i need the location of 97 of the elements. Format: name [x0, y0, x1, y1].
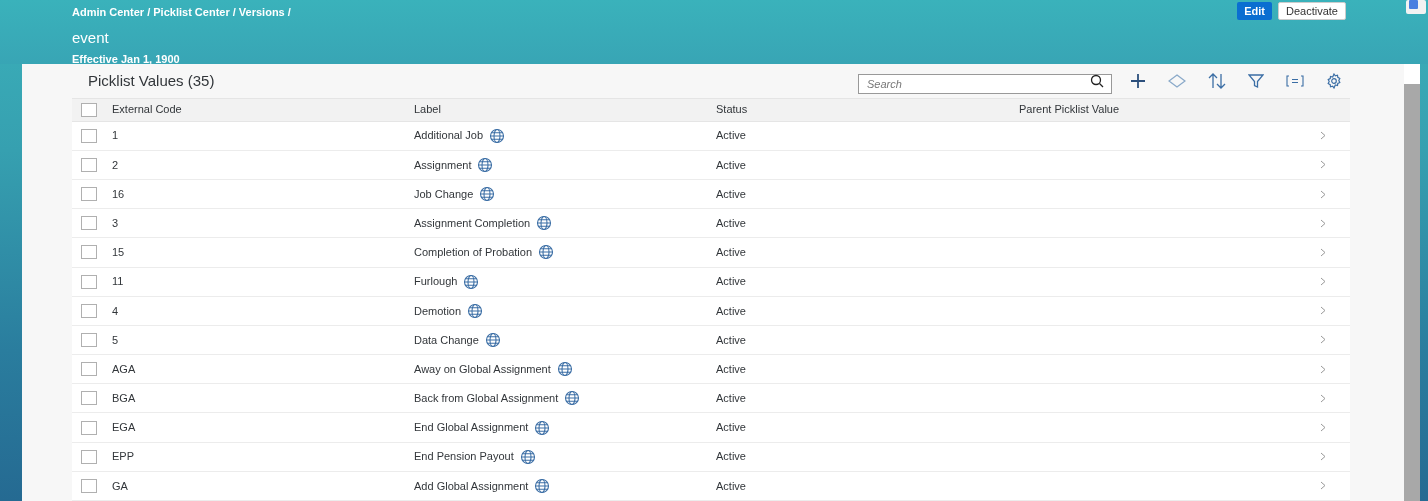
edit-button[interactable]: Edit: [1237, 2, 1272, 20]
checkbox[interactable]: [81, 391, 97, 406]
chevron-icon[interactable]: [1320, 160, 1326, 170]
checkbox[interactable]: [81, 245, 97, 260]
table-cell-text: 3: [112, 215, 120, 231]
chevron-icon[interactable]: [1320, 423, 1326, 433]
table-cell-text: Active: [716, 478, 747, 494]
checkbox[interactable]: [81, 449, 97, 464]
table-cell-text: Active: [716, 274, 747, 290]
table-cell-text: Assignment: [414, 157, 472, 173]
globe-icon: [467, 302, 484, 319]
table-cell-text: Active: [716, 128, 747, 144]
table-cell-text: AGA: [112, 361, 137, 377]
globe-icon: [479, 186, 496, 203]
diamond-icon[interactable]: [1168, 73, 1186, 88]
table-cell-text: 15: [112, 245, 126, 261]
table-cell-text: Assignment Completion: [414, 215, 531, 231]
checkbox[interactable]: [81, 332, 97, 347]
table-cell-text: EPP: [112, 449, 135, 465]
table-cell-text: Demotion: [414, 303, 462, 319]
table-title: Picklist Values (35): [88, 70, 216, 91]
table-cell-text: Active: [716, 157, 747, 173]
deactivate-button[interactable]: Deactivate: [1278, 2, 1346, 20]
table-cell-text: Active: [716, 391, 747, 407]
globe-icon: [463, 273, 480, 290]
breadcrumb: Admin Center / Picklist Center / Versions /: [72, 5, 292, 20]
globe-icon: [538, 244, 554, 261]
table-cell-text: Active: [716, 420, 747, 436]
column-header: Status: [716, 102, 749, 118]
table-cell-text: Add Global Assignment: [414, 478, 529, 494]
search-field[interactable]: Search: [858, 73, 1112, 94]
globe-icon: [534, 477, 551, 494]
table-cell-text: End Global Assignment: [414, 420, 529, 436]
table-cell-text: End Pension Payout: [414, 449, 514, 465]
checkbox[interactable]: [81, 157, 97, 172]
table-cell-text: Active: [716, 186, 747, 202]
group-icon[interactable]: [1286, 74, 1304, 87]
globe-icon: [477, 156, 494, 173]
table-cell-text: Active: [716, 361, 747, 377]
globe-icon: [536, 215, 553, 232]
filter-icon[interactable]: [1248, 72, 1264, 89]
checkbox[interactable]: [81, 420, 97, 435]
chevron-icon[interactable]: [1320, 481, 1326, 491]
table-cell-text: 2: [112, 157, 120, 173]
globe-icon: [489, 127, 506, 144]
checkbox[interactable]: [81, 128, 97, 143]
table-cell-text: 11: [112, 274, 125, 290]
sort-icon[interactable]: [1208, 72, 1226, 89]
table-cell-text: Completion of Probation: [414, 245, 532, 261]
effective-date: Effective Jan 1, 1900: [72, 52, 181, 67]
column-header: Parent Picklist Value: [1019, 102, 1120, 118]
add-icon[interactable]: [1130, 72, 1146, 89]
table-cell-text: Active: [716, 332, 747, 348]
checkbox[interactable]: [81, 303, 97, 318]
table-cell-text: EGA: [112, 420, 137, 436]
globe-icon: [534, 419, 551, 436]
chevron-icon[interactable]: [1320, 247, 1326, 257]
chevron-icon[interactable]: [1320, 452, 1326, 462]
chevron-icon[interactable]: [1320, 277, 1326, 287]
table-cell-text: 16: [112, 186, 126, 202]
chevron-icon[interactable]: [1320, 306, 1326, 316]
table-cell-text: GA: [112, 478, 129, 494]
globe-icon: [556, 361, 573, 378]
chevron-icon[interactable]: [1320, 131, 1326, 141]
table-cell-text: BGA: [112, 391, 137, 407]
search-icon[interactable]: [1090, 73, 1104, 88]
table-cell-text: Active: [716, 449, 747, 465]
table-cell-text: 1: [112, 128, 120, 144]
column-header: External Code: [112, 102, 183, 118]
table-cell-text: Away on Global Assignment: [414, 361, 551, 377]
globe-icon: [564, 390, 581, 407]
chevron-icon[interactable]: [1320, 393, 1326, 403]
column-header: Label: [414, 102, 442, 118]
page-title: event: [72, 27, 110, 48]
table-cell-text: 4: [112, 303, 120, 319]
table-cell-text: Additional Job: [414, 128, 484, 144]
table-cell-text: Data Change: [414, 332, 479, 348]
checkbox[interactable]: [81, 216, 97, 231]
chevron-icon[interactable]: [1320, 364, 1326, 374]
checkbox[interactable]: [81, 102, 97, 117]
table-cell-text: Furlough: [414, 274, 458, 290]
chevron-icon[interactable]: [1320, 218, 1326, 228]
table-cell-text: Back from Global Assignment: [414, 391, 559, 407]
table-cell-text: Active: [716, 303, 747, 319]
checkbox[interactable]: [81, 187, 97, 202]
checkbox[interactable]: [81, 274, 97, 289]
table-cell-text: Active: [716, 245, 747, 261]
globe-icon: [519, 448, 536, 465]
chevron-icon[interactable]: [1320, 335, 1326, 345]
table-cell-text: 5: [112, 332, 120, 348]
table-cell-text: Active: [716, 215, 747, 231]
checkbox[interactable]: [81, 478, 97, 493]
chevron-icon[interactable]: [1320, 189, 1326, 199]
checkbox[interactable]: [81, 362, 97, 377]
table-cell-text: Job Change: [414, 186, 474, 202]
settings-icon[interactable]: [1326, 72, 1342, 89]
globe-icon: [484, 331, 501, 348]
